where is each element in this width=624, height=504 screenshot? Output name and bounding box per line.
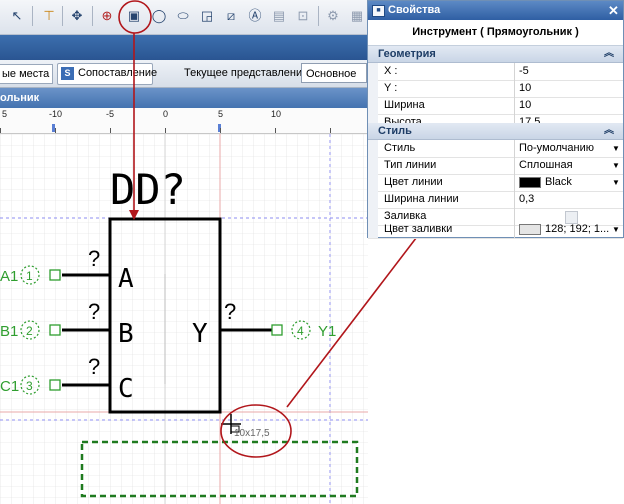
prop-key: Ширина	[384, 97, 515, 114]
prop-value-fill-color[interactable]: 128; 192; 1...	[519, 221, 619, 238]
line-color-swatch	[519, 176, 541, 188]
chevron-down-icon[interactable]: ▼	[612, 157, 620, 174]
chevron-down-icon[interactable]: ▼	[612, 221, 620, 238]
collapse-icon[interactable]: ︽	[604, 123, 614, 139]
prop-row-width[interactable]: Ширина 10	[368, 97, 623, 115]
tool-name: Инструмент ( Прямоугольник )	[368, 20, 623, 46]
section-geometry[interactable]: Геометрия ︽	[368, 46, 623, 63]
prop-row-style[interactable]: Стиль По-умолчанию ▼	[368, 140, 623, 158]
chevron-down-icon[interactable]: ▼	[612, 140, 620, 157]
prop-row-line-width[interactable]: Ширина линии 0,3	[368, 191, 623, 209]
section-style[interactable]: Стиль ︽	[368, 123, 623, 140]
highlight-circle-toolbar	[118, 0, 152, 34]
prop-row-line-type[interactable]: Тип линии Сплошная ▼	[368, 157, 623, 175]
properties-panel: ■ Свойства ✕ Инструмент ( Прямоугольник …	[367, 0, 624, 239]
prop-key: X :	[384, 63, 515, 80]
prop-row-line-color[interactable]: Цвет линии Black ▼	[368, 174, 623, 192]
prop-value-y[interactable]: 10	[519, 80, 619, 97]
prop-value-width[interactable]: 10	[519, 97, 619, 114]
prop-row-x[interactable]: X : -5	[368, 63, 623, 81]
close-icon[interactable]: ✕	[608, 3, 619, 19]
properties-title: Свойства	[388, 4, 441, 16]
fill-color-value: 128; 192; 1...	[545, 223, 610, 235]
prop-value-line-color[interactable]: Black	[519, 174, 619, 191]
prop-row-y[interactable]: Y : 10	[368, 80, 623, 98]
prop-value-x[interactable]: -5	[519, 63, 619, 80]
fill-color-swatch	[519, 223, 541, 235]
prop-key: Ширина линии	[384, 191, 515, 208]
chevron-down-icon[interactable]: ▼	[612, 174, 620, 191]
properties-title-bar: ■ Свойства ✕	[368, 1, 623, 20]
prop-key: Стиль	[384, 140, 515, 157]
section-style-label: Стиль	[378, 125, 412, 137]
prop-key: Цвет линии	[384, 174, 515, 191]
collapse-icon[interactable]: ︽	[604, 46, 614, 62]
prop-key: Цвет заливки	[384, 221, 515, 238]
line-color-name: Black	[545, 176, 572, 188]
prop-row-fill-color[interactable]: Цвет заливки 128; 192; 1... ▼	[368, 221, 623, 239]
prop-value-style[interactable]: По-умолчанию	[519, 140, 619, 157]
highlight-circle-size	[220, 404, 292, 458]
arrowhead	[129, 210, 139, 220]
prop-key: Y :	[384, 80, 515, 97]
section-geometry-label: Геометрия	[378, 48, 436, 60]
prop-value-line-width[interactable]: 0,3	[519, 191, 619, 208]
pin-panel-icon[interactable]: ■	[372, 5, 385, 17]
prop-value-line-type[interactable]: Сплошная	[519, 157, 619, 174]
prop-key: Тип линии	[384, 157, 515, 174]
